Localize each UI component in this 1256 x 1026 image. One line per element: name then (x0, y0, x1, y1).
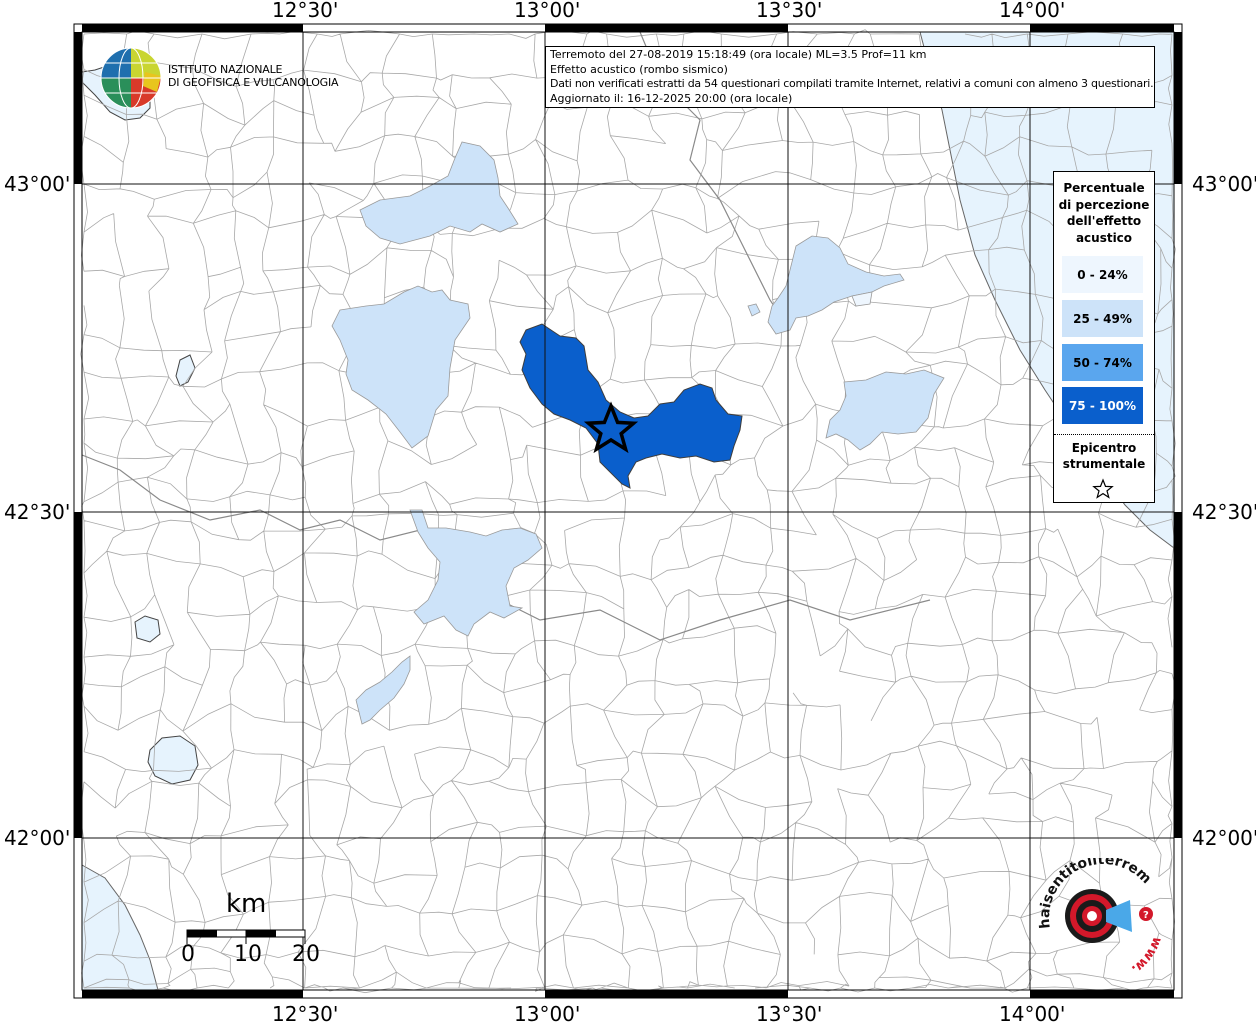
lon-label-top-1: 12°30' (272, 0, 339, 22)
legend-epicenter-line-2: strumentale (1062, 457, 1146, 471)
legend-item-0-24: 0 - 24% (1062, 256, 1143, 293)
ingv-logo-icon (100, 47, 162, 109)
svg-text:?: ? (1143, 910, 1149, 921)
lon-label-bottom-4: 14°00' (999, 1002, 1066, 1026)
legend-item-25-49: 25 - 49% (1062, 300, 1143, 337)
institute-line-1: ISTITUTO NAZIONALE (168, 63, 283, 76)
legend-title-line-2: di percezione (1058, 197, 1150, 212)
event-info-line-1: Terremoto del 27-08-2019 15:18:49 (ora l… (550, 48, 927, 61)
legend-title: Percentuale di percezione dell'effetto a… (1054, 180, 1154, 246)
legend-epicenter-label: Epicentro strumentale (1054, 440, 1154, 472)
scale-unit: km (226, 889, 267, 919)
legend-title-line-1: Percentuale (1063, 181, 1145, 195)
legend-epicenter-line-1: Epicentro (1071, 441, 1137, 455)
institute-line-2: DI GEOFISICA E VULCANOLOGIA (168, 76, 339, 89)
event-info-line-2: Effetto acustico (rombo sismico) (550, 62, 728, 76)
legend: Percentuale di percezione dell'effetto a… (1053, 171, 1155, 503)
lon-label-bottom-3: 13°30' (756, 1002, 823, 1026)
lon-label-bottom-2: 13°00' (514, 1002, 581, 1026)
event-info-line-3: Dati non verificati estratti da 54 quest… (550, 77, 1154, 91)
lon-label-bottom-1: 12°30' (272, 1002, 339, 1026)
scale-tick-20: 20 (292, 942, 320, 967)
lon-label-top-3: 13°30' (756, 0, 823, 22)
event-info-box: Terremoto del 27-08-2019 15:18:49 (ora l… (545, 46, 1155, 108)
lat-label-right-2: 42°30' (1192, 500, 1256, 524)
lat-label-left-1: 43°00' (4, 172, 71, 196)
brand-www: www. (1128, 935, 1164, 977)
legend-title-line-3: dell'effetto (1066, 214, 1142, 228)
lat-label-right-1: 43°00' (1192, 172, 1256, 196)
legend-item-75-100: 75 - 100% (1062, 387, 1143, 424)
target-megaphone-icon: ? haisentitoilterremoto.it www. (1036, 858, 1165, 977)
legend-item-50-74: 50 - 74% (1062, 344, 1143, 381)
legend-title-line-4: acustico (1075, 230, 1133, 245)
svg-text:www.: www. (1128, 935, 1164, 977)
event-info-line-4: Aggiornato il: 16-12-2025 20:00 (ora loc… (550, 91, 793, 105)
lat-label-right-3: 42°00' (1192, 826, 1256, 850)
legend-separator (1054, 434, 1154, 435)
scale-tick-0: 0 (181, 942, 195, 967)
lon-label-top-2: 13°00' (514, 0, 581, 22)
star-outline-icon (1092, 478, 1114, 499)
lat-label-left-2: 42°30' (4, 500, 71, 524)
lat-label-left-3: 42°00' (4, 826, 71, 850)
scale-tick-10: 10 (234, 942, 262, 967)
lon-label-top-4: 14°00' (999, 0, 1066, 22)
institute-name: ISTITUTO NAZIONALE DI GEOFISICA E VULCAN… (168, 63, 339, 89)
